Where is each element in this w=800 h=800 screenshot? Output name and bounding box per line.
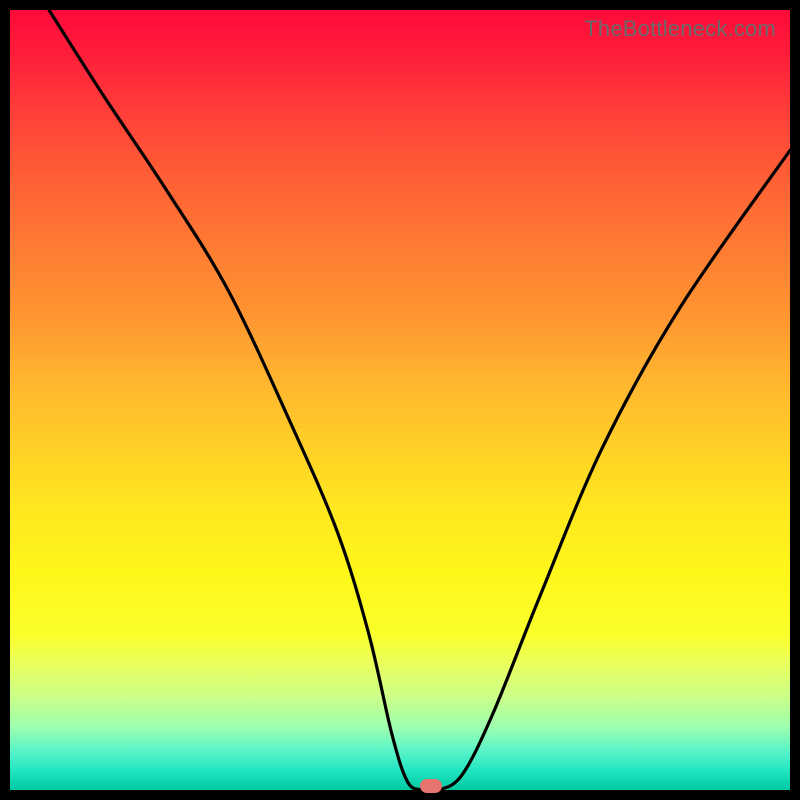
optimal-point-marker — [420, 779, 442, 793]
bottleneck-curve — [10, 10, 790, 790]
chart-plot-area: TheBottleneck.com — [10, 10, 790, 790]
curve-path — [49, 10, 790, 790]
chart-frame: TheBottleneck.com — [0, 0, 800, 800]
